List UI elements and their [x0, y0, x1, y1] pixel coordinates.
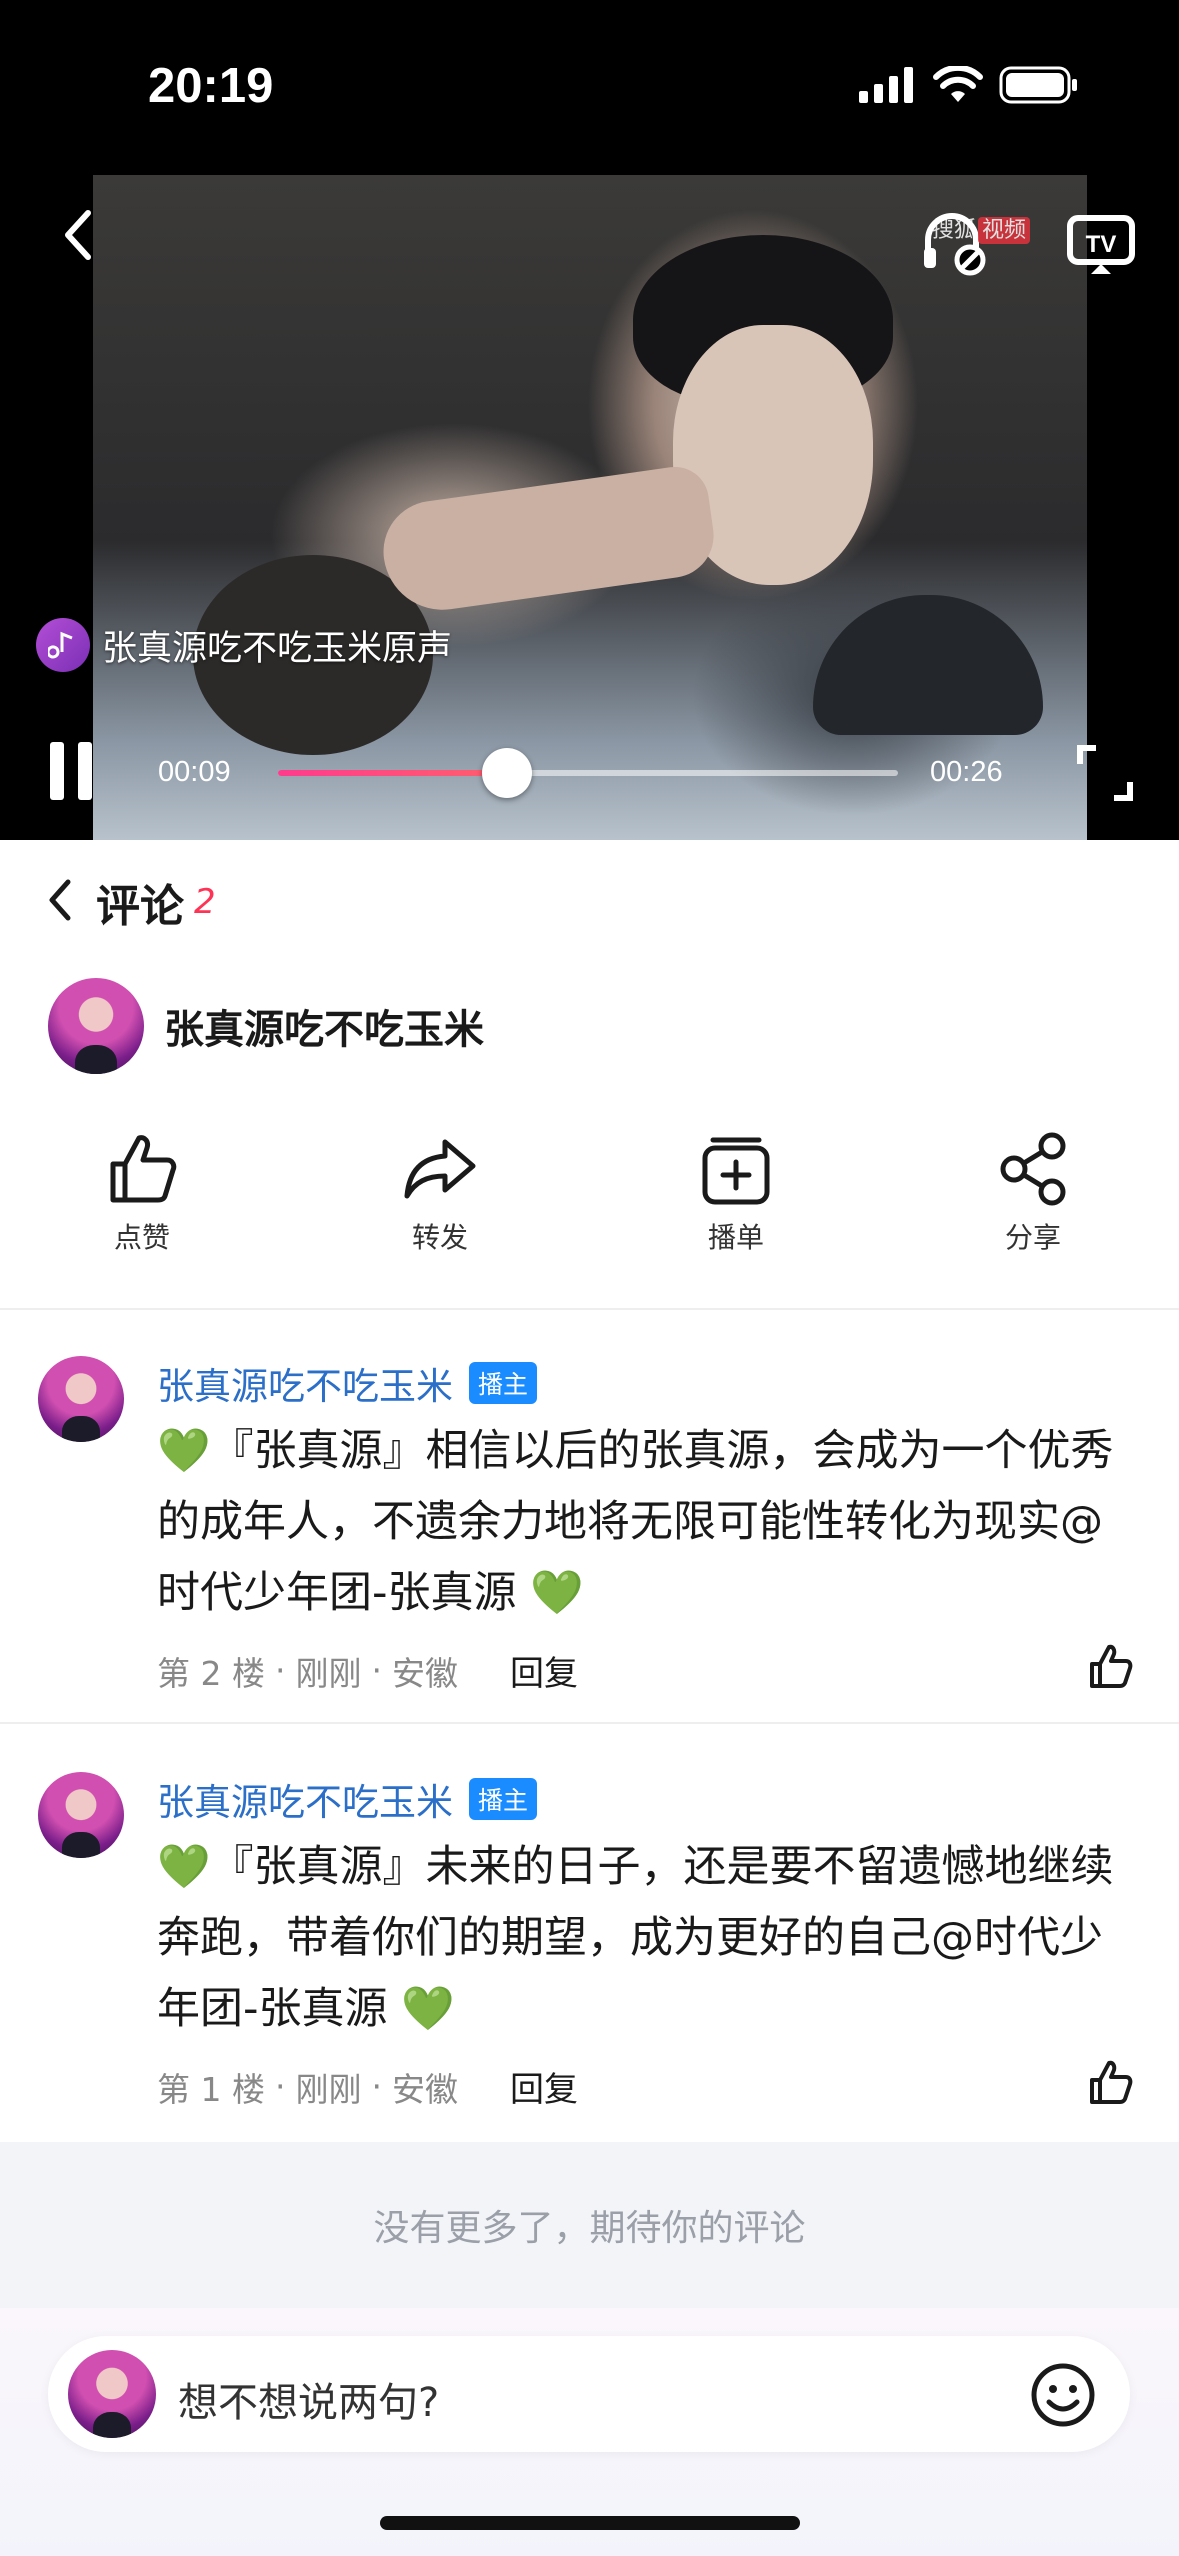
comment-input[interactable]: 想不想说两句?	[48, 2336, 1130, 2452]
thumb-up-icon	[110, 1135, 177, 1203]
action-bar: 点赞 转发 播单 分享	[0, 1130, 1179, 1270]
progress-fill	[278, 770, 508, 776]
status-time: 20:19	[148, 59, 274, 113]
divider	[0, 1722, 1179, 1724]
svg-text:TV: TV	[1086, 231, 1117, 258]
comment-time: 刚刚	[295, 2069, 362, 2109]
music-note-icon	[36, 618, 90, 672]
share-button[interactable]: 分享	[953, 1130, 1113, 1256]
commenter-name[interactable]: 张真源吃不吃玉米	[157, 1772, 453, 1826]
fullscreen-icon[interactable]	[1076, 744, 1134, 802]
comment-like-icon[interactable]	[1086, 2058, 1134, 2106]
playlist-label: 播单	[707, 1221, 764, 1254]
author-name[interactable]: 张真源吃不吃玉米	[164, 997, 484, 1055]
forward-button[interactable]: 转发	[360, 1130, 520, 1256]
comments-title: 评论	[96, 881, 184, 932]
comments-count: 2	[194, 882, 216, 922]
author-badge: 播主	[469, 1778, 538, 1820]
total-time: 00:26	[930, 756, 1003, 788]
reply-button[interactable]: 回复	[510, 1646, 578, 1695]
share-label: 分享	[1004, 1221, 1061, 1254]
wifi-icon	[933, 66, 983, 102]
progress-track[interactable]	[278, 748, 898, 798]
commenter-name[interactable]: 张真源吃不吃玉米	[157, 1356, 453, 1410]
divider	[0, 1308, 1179, 1310]
comment-like-icon[interactable]	[1086, 1642, 1134, 1690]
playlist-button[interactable]: 播单	[656, 1130, 816, 1256]
commenter-avatar[interactable]	[38, 1356, 124, 1442]
no-more-text: 没有更多了，期待你的评论	[0, 2142, 1179, 2308]
my-avatar	[68, 2350, 156, 2438]
battery-icon	[999, 66, 1077, 104]
share-icon	[1000, 1132, 1066, 1206]
pause-button[interactable]	[50, 742, 96, 800]
like-label: 点赞	[113, 1221, 170, 1254]
comment-floor: 第 1 楼	[157, 2069, 265, 2109]
author-row[interactable]: 张真源吃不吃玉米	[48, 978, 484, 1074]
back-arrow-icon[interactable]	[58, 205, 98, 265]
sound-chip[interactable]: 张真源吃不吃玉米原声	[36, 618, 452, 672]
home-indicator	[380, 2516, 800, 2530]
comment-floor: 第 2 楼	[157, 1653, 265, 1693]
comment-text: 💚『张真源』相信以后的张真源，会成为一个优秀的成年人，不遗余力地将无限可能性转化…	[157, 1426, 1114, 1618]
comment-location: 安徽	[391, 2069, 458, 2109]
comment-text: 💚『张真源』未来的日子，还是要不留遗憾地继续奔跑，带着你们的期望，成为更好的自己…	[157, 1842, 1114, 2034]
sound-label: 张真源吃不吃玉米原声	[102, 628, 453, 669]
status-bar: 20:19	[0, 0, 1179, 170]
forward-icon	[404, 1139, 476, 1199]
collapse-comments-icon[interactable]	[44, 876, 74, 924]
video-player[interactable]: 20:19 搜狐 视频 TV 张真源吃不吃玉米原声 00:09 00:26	[0, 0, 1179, 840]
like-button[interactable]: 点赞	[62, 1130, 222, 1256]
playlist-add-icon	[702, 1137, 770, 1205]
signal-icon	[859, 67, 913, 103]
emoji-icon[interactable]	[1030, 2362, 1096, 2428]
cast-tv-icon[interactable]: TV	[1066, 212, 1136, 278]
commenter-avatar[interactable]	[38, 1772, 124, 1858]
forward-label: 转发	[411, 1221, 468, 1254]
current-time: 00:09	[158, 756, 231, 788]
comment-item: 张真源吃不吃玉米 播主 💚『张真源』相信以后的张真源，会成为一个优秀的成年人，不…	[0, 1356, 1179, 1716]
comment-time: 刚刚	[295, 1653, 362, 1693]
comment-item: 张真源吃不吃玉米 播主 💚『张真源』未来的日子，还是要不留遗憾地继续奔跑，带着你…	[0, 1772, 1179, 2132]
author-badge: 播主	[469, 1362, 538, 1404]
comment-meta: 第 1 楼 · 刚刚 · 安徽 回复	[157, 2062, 578, 2111]
comments-header: 评论 2	[0, 840, 1179, 960]
brand-watermark: 搜狐 视频	[932, 212, 1031, 244]
comment-placeholder: 想不想说两句?	[178, 2380, 440, 2426]
author-avatar[interactable]	[48, 978, 144, 1074]
comment-meta: 第 2 楼 · 刚刚 · 安徽 回复	[157, 1646, 578, 1695]
reply-button[interactable]: 回复	[510, 2062, 578, 2111]
comment-location: 安徽	[391, 1653, 458, 1693]
